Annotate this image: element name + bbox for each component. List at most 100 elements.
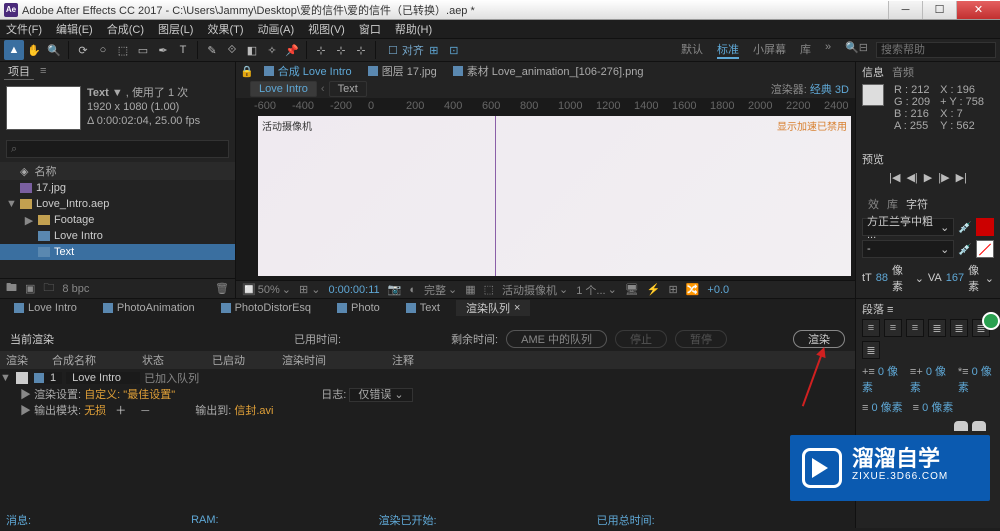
brush-tool[interactable]: ✎: [202, 40, 222, 60]
menu-window[interactable]: 窗口: [359, 21, 381, 37]
snap-edges-icon[interactable]: ⊡: [444, 40, 464, 60]
timeline-tab[interactable]: PhotoAnimation: [93, 300, 205, 316]
col-notes[interactable]: 注释: [386, 352, 420, 368]
output-module-value[interactable]: 无损: [84, 405, 106, 417]
menu-effect[interactable]: 效果(T): [207, 21, 243, 37]
first-frame-icon[interactable]: |◀: [889, 171, 900, 184]
menu-edit[interactable]: 编辑(E): [56, 21, 93, 37]
camera-select[interactable]: 活动摄像机 ⌄: [502, 282, 568, 298]
font-style-select[interactable]: -⌄: [862, 240, 954, 258]
col-comp[interactable]: 合成名称: [46, 352, 136, 368]
space-before[interactable]: 0 像素: [871, 402, 902, 414]
composition-viewer[interactable]: 活动摄像机 显示加速已禁用: [258, 116, 851, 276]
viewer-tab-layer[interactable]: 图层 17.jpg: [362, 63, 443, 79]
eraser-tool[interactable]: ◧: [242, 40, 262, 60]
effects-tab[interactable]: 效: [868, 196, 879, 212]
grid-icon[interactable]: ▦: [465, 283, 475, 296]
trash-icon[interactable]: 🗑: [215, 282, 229, 295]
indent-left[interactable]: 0 像素: [862, 366, 898, 394]
twirl-icon[interactable]: ▶: [20, 405, 31, 417]
align-center-icon[interactable]: ≡: [884, 319, 902, 337]
workspace-small[interactable]: 小屏幕: [753, 41, 786, 59]
local-axis-icon[interactable]: ⊹: [311, 40, 331, 60]
col-type-icon[interactable]: ◈: [20, 165, 28, 178]
log-select[interactable]: 仅错误 ⌄: [349, 388, 412, 402]
project-search[interactable]: ⌕: [6, 140, 229, 158]
tree-item[interactable]: ▶Footage: [0, 212, 235, 228]
twirl-icon[interactable]: ▶: [24, 214, 34, 227]
render-queue-item[interactable]: ▼ 1 Love Intro 已加入队列: [0, 369, 855, 387]
col-started[interactable]: 已启动: [206, 352, 276, 368]
selection-tool[interactable]: ▲: [4, 40, 24, 60]
workspace-search-icon[interactable]: 🔍⊟: [845, 41, 868, 59]
audio-tab[interactable]: 音频: [892, 64, 914, 80]
col-rtime[interactable]: 渲染时间: [276, 352, 386, 368]
roto-tool[interactable]: ✧: [262, 40, 282, 60]
zoom-selector[interactable]: 🔲 50% ⌄: [242, 283, 291, 296]
indent-right[interactable]: 0 像素: [910, 366, 946, 394]
render-checkbox[interactable]: [16, 372, 28, 384]
ame-queue-button[interactable]: AME 中的队列: [506, 330, 607, 348]
snap-options-icon[interactable]: ⊞: [424, 40, 444, 60]
twirl-icon[interactable]: ▼: [0, 372, 10, 384]
channel-icon[interactable]: ◐: [409, 284, 416, 296]
align-left-icon[interactable]: ≡: [862, 319, 880, 337]
timeline-tab[interactable]: Text: [396, 300, 450, 316]
twirl-icon[interactable]: ▶: [20, 389, 31, 401]
handle[interactable]: [954, 421, 968, 431]
time-display[interactable]: 0:00:00:11: [328, 284, 379, 296]
workspace-default[interactable]: 默认: [681, 41, 703, 59]
close-tab-icon[interactable]: ×: [514, 302, 520, 314]
clone-tool[interactable]: ⟐: [222, 40, 242, 60]
minimize-button[interactable]: ─: [888, 1, 922, 19]
snap-toggle[interactable]: ☐ 对齐: [388, 42, 424, 58]
views-select[interactable]: 1 个... ⌄: [576, 282, 617, 298]
exposure-value[interactable]: +0.0: [707, 284, 729, 296]
lock-icon[interactable]: 🔒: [240, 65, 254, 78]
eyedropper-stroke-icon[interactable]: 💉: [958, 243, 972, 256]
paragraph-tab[interactable]: 段落: [862, 304, 884, 316]
fill-color[interactable]: [976, 218, 994, 236]
col-name-header[interactable]: 名称: [34, 163, 56, 179]
bpc-toggle[interactable]: 8 bpc: [62, 283, 89, 295]
shape-tool[interactable]: ▭: [133, 40, 153, 60]
render-button[interactable]: 渲染: [793, 330, 845, 348]
project-thumbnail[interactable]: [6, 86, 81, 130]
guide-line[interactable]: [495, 116, 496, 276]
flowchart-icon[interactable]: 🔀: [686, 283, 700, 296]
zoom-tool[interactable]: 🔍: [44, 40, 64, 60]
new-comp-icon[interactable]: ▣: [25, 282, 35, 295]
interpret-icon[interactable]: 🖿: [6, 279, 17, 298]
render-queue-tab[interactable]: 渲染队列 ×: [456, 300, 530, 316]
timeline-icon[interactable]: ⊞: [668, 283, 677, 296]
info-tab[interactable]: 信息: [862, 64, 884, 80]
pause-button[interactable]: 暂停: [675, 330, 727, 348]
text-tool[interactable]: T: [173, 40, 193, 60]
snapshot-icon[interactable]: 📷: [388, 283, 402, 296]
align-right-icon[interactable]: ≡: [906, 319, 924, 337]
character-tab[interactable]: 字符: [906, 196, 928, 212]
font-family-select[interactable]: 方正兰亭中粗 ...⌄: [862, 218, 954, 236]
maximize-button[interactable]: ☐: [922, 1, 956, 19]
menu-animation[interactable]: 动画(A): [258, 21, 295, 37]
menu-composition[interactable]: 合成(C): [107, 21, 144, 37]
pan-behind-tool[interactable]: ⬚: [113, 40, 133, 60]
eyedropper-icon[interactable]: 💉: [958, 221, 972, 234]
menu-file[interactable]: 文件(F): [6, 21, 42, 37]
rotate-tool[interactable]: ○: [93, 40, 113, 60]
remove-output-icon[interactable]: ─: [141, 405, 149, 417]
justify-left-icon[interactable]: ≣: [928, 319, 946, 337]
orbit-tool[interactable]: ⟳: [73, 40, 93, 60]
pixel-aspect-icon[interactable]: 🖥: [625, 283, 639, 296]
world-axis-icon[interactable]: ⊹: [331, 40, 351, 60]
justify-all-icon[interactable]: ≣: [862, 341, 880, 359]
search-help-input[interactable]: [876, 42, 996, 58]
mask-icon[interactable]: ⬚: [484, 283, 494, 296]
twirl-icon[interactable]: ▼: [6, 198, 16, 210]
ruler-horizontal[interactable]: -600 -400 -200 0 200 400 600 800 1000 12…: [236, 98, 855, 112]
view-axis-icon[interactable]: ⊹: [351, 40, 371, 60]
new-folder-icon[interactable]: 🗀: [43, 279, 54, 298]
add-output-icon[interactable]: ＋: [115, 405, 126, 417]
last-frame-icon[interactable]: ▶|: [956, 171, 967, 184]
library-tab[interactable]: 库: [887, 196, 898, 212]
